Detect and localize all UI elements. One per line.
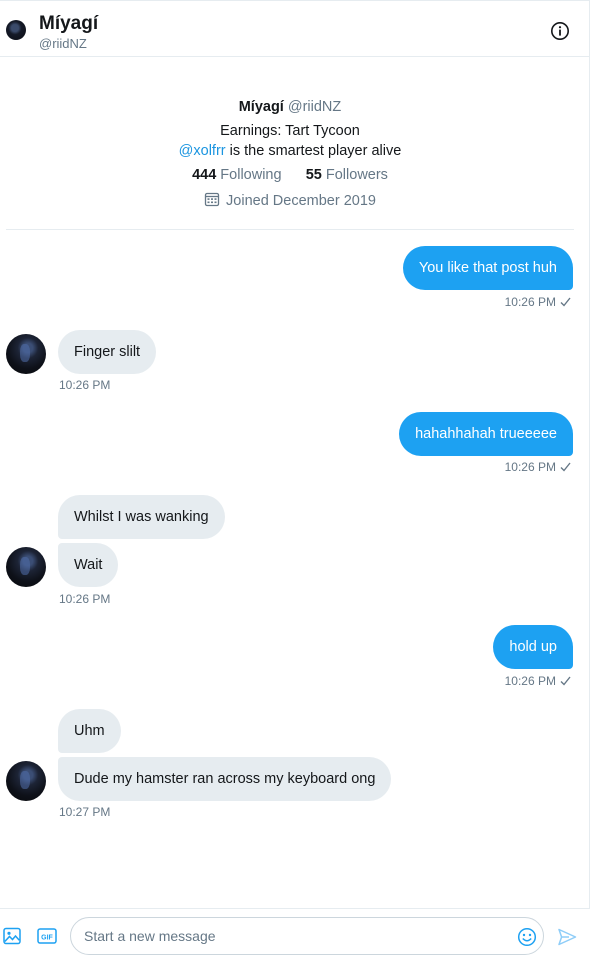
- contact-avatar[interactable]: [6, 761, 46, 801]
- message-timestamp: 10:26 PM: [505, 674, 571, 688]
- gif-icon: GIF: [37, 928, 57, 944]
- emoji-button[interactable]: [517, 927, 537, 947]
- profile-bio-line-2: @xolfrr is the smartest player alive: [6, 143, 574, 159]
- message-timestamp: 10:26 PM: [59, 378, 111, 392]
- profile-stats: 444 Following 55 Followers: [6, 167, 574, 183]
- sent-check-icon: [560, 462, 571, 472]
- message-bubble-sent[interactable]: You like that post huh: [402, 246, 573, 290]
- contact-avatar[interactable]: [6, 547, 46, 587]
- message-bubble-sent[interactable]: hahahhahah trueeeee: [399, 412, 573, 456]
- message-bubble-received[interactable]: Dude my hamster ran across my keyboard o…: [58, 757, 392, 801]
- profile-bio-line-1: Earnings: Tart Tycoon: [220, 123, 360, 139]
- profile-name-line[interactable]: Míyagí @riidNZ: [6, 99, 574, 115]
- info-icon: [551, 22, 569, 40]
- image-icon: [3, 927, 21, 945]
- profile-display-name: Míyagí: [238, 99, 284, 115]
- joined-date: Joined December 2019: [226, 193, 376, 209]
- message-input[interactable]: [84, 918, 504, 954]
- following-count: 444: [192, 167, 217, 183]
- emoji-icon: [517, 927, 537, 947]
- message-input-wrapper: [70, 917, 544, 955]
- scrollbar-track[interactable]: [590, 0, 604, 956]
- message-bubble-received[interactable]: Finger slilt: [58, 330, 157, 374]
- followers-count: 55: [305, 167, 322, 183]
- sent-check-icon: [560, 297, 571, 307]
- profile-handle: @riidNZ: [287, 99, 342, 115]
- profile-summary: Míyagí @riidNZ Earnings: Tart Tycoon @xo…: [6, 96, 574, 230]
- send-button[interactable]: [557, 927, 577, 947]
- contact-avatar[interactable]: [6, 334, 46, 374]
- sent-check-icon: [560, 676, 571, 686]
- message-composer: GIF: [0, 908, 590, 956]
- message-bubble-sent[interactable]: hold up: [493, 625, 573, 669]
- following-label: Following: [220, 167, 282, 183]
- followers-link[interactable]: 55 Followers: [306, 167, 388, 183]
- following-link[interactable]: 444 Following: [192, 167, 281, 183]
- header-avatar[interactable]: [6, 20, 26, 40]
- send-icon: [558, 928, 577, 946]
- message-bubble-received[interactable]: Wait: [58, 543, 119, 587]
- add-gif-button[interactable]: GIF: [37, 927, 57, 945]
- message-bubble-received[interactable]: Whilst I was wanking: [58, 495, 225, 539]
- add-media-button[interactable]: [3, 927, 21, 945]
- conversation-info-button[interactable]: [549, 20, 571, 42]
- conversation-header: Míyagí @riidNZ: [0, 0, 590, 57]
- bio-text: is the smartest player alive: [225, 143, 402, 159]
- profile-joined: Joined December 2019: [6, 191, 574, 209]
- calendar-icon: [204, 192, 220, 207]
- followers-label: Followers: [325, 167, 388, 183]
- svg-text:GIF: GIF: [41, 934, 53, 941]
- header-handle: @riidNZ: [39, 36, 87, 51]
- message-timestamp: 10:26 PM: [59, 592, 111, 606]
- bio-mention-link[interactable]: @xolfrr: [179, 143, 226, 159]
- header-display-name[interactable]: Míyagí: [39, 13, 98, 35]
- message-bubble-received[interactable]: Uhm: [58, 709, 121, 753]
- message-timestamp: 10:26 PM: [505, 460, 571, 474]
- message-timestamp: 10:26 PM: [505, 295, 571, 309]
- message-timestamp: 10:27 PM: [59, 805, 111, 819]
